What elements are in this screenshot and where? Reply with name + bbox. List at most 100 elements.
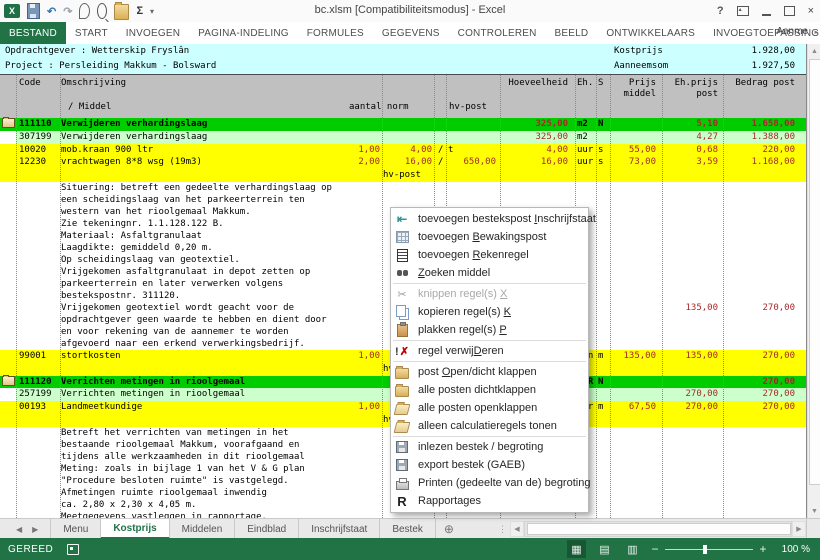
menu-item-report-r[interactable]: RRapportages	[391, 492, 588, 510]
menu-item-search-binoculars[interactable]: Zoeken middel	[391, 264, 588, 282]
sheet-tab-bestek[interactable]: Bestek	[380, 519, 436, 539]
sheet-nav-right-icon[interactable]: ▶	[32, 525, 38, 534]
zoom-slider-thumb[interactable]	[703, 545, 707, 554]
menu-item-import-floppy[interactable]: inlezen bestek / begroting	[391, 438, 588, 456]
open-folder-icon[interactable]	[114, 4, 129, 20]
ribbon-tab-bestand[interactable]: BESTAND	[0, 22, 66, 44]
menu-item-label: plakken regel(s) P	[418, 324, 507, 336]
help-icon[interactable]: ?	[717, 5, 724, 17]
menu-item-paste-clipboard[interactable]: plakken regel(s) P	[391, 321, 588, 339]
horizontal-scrollbar-thumb[interactable]	[527, 523, 791, 535]
signin-label[interactable]: Aanme	[776, 26, 808, 37]
menu-item-insert-bewakingspost[interactable]: toevoegen Bewakingspost	[391, 228, 588, 246]
menu-item-insert-rekenregel[interactable]: toevoegen Rekenregel	[391, 246, 588, 264]
aanneemsom-value: 1.927,50	[721, 59, 795, 74]
sheet-row-desc[interactable]: een scheidingslaag van het parkeerterrei…	[0, 194, 806, 206]
sheet-row-10020[interactable]: 10020mob.kraan 900 ltr1,004,00/t4,00uurs…	[0, 144, 806, 157]
menu-item-label: toevoegen Rekenregel	[418, 249, 529, 261]
excel-logo[interactable]: X	[4, 4, 20, 18]
sheet-nav-left-icon[interactable]: ◀	[16, 525, 22, 534]
horizontal-scrollbar[interactable]: ⋮ ◀ ▶	[498, 522, 806, 536]
cell-aantal: 1,00	[320, 144, 380, 157]
ribbon-tab-ontwikkelaars[interactable]: ONTWIKKELAARS	[597, 22, 704, 44]
qat-customize-icon[interactable]: ▾	[150, 4, 154, 18]
cell-s: N	[598, 118, 603, 131]
collapse-post-icon[interactable]	[2, 376, 15, 386]
horizontal-scrollbar-track[interactable]	[524, 521, 792, 537]
folder-open-icon	[394, 404, 411, 415]
vertical-scrollbar[interactable]: ▲ ▼	[807, 44, 820, 518]
macro-record-icon[interactable]	[67, 544, 79, 555]
sheet-tab-kostprijs[interactable]: Kostprijs	[101, 519, 169, 539]
ribbon-tab-gegevens[interactable]: GEGEVENS	[373, 22, 449, 44]
scroll-down-icon[interactable]: ▼	[808, 504, 820, 518]
sheet-tab-eindblad[interactable]: Eindblad	[235, 519, 299, 539]
menu-item-export-floppy[interactable]: export bestek (GAEB)	[391, 456, 588, 474]
cell-oms: Situering: betreft een gedeelte verhardi…	[61, 182, 332, 194]
page-break-view-icon[interactable]: ▥	[623, 540, 642, 558]
ribbon-tab-pagina-indeling[interactable]: PAGINA-INDELING	[189, 22, 298, 44]
cell-oms: Op scheidingslaag van geotextiel.	[61, 254, 240, 266]
sheet-row-desc[interactable]: Situering: betreft een gedeelte verhardi…	[0, 182, 806, 194]
touch-mode-icon[interactable]	[79, 3, 90, 19]
col-code: Code	[19, 78, 41, 88]
collapse-post-icon[interactable]	[2, 118, 15, 128]
sheet-row-hv[interactable]: hv-post	[0, 169, 806, 182]
undo-icon[interactable]: ↶	[47, 4, 56, 18]
zoom-in-icon[interactable]: +	[759, 542, 767, 556]
ribbon-display-icon[interactable]	[737, 6, 749, 16]
scrollbar-corner	[806, 519, 820, 539]
menu-item-folder-open[interactable]: alleen calculatieregels tonen	[391, 417, 588, 435]
zoom-out-icon[interactable]: −	[651, 542, 659, 556]
scroll-up-icon[interactable]: ▲	[808, 44, 820, 58]
cell-bedrag: 220,00	[721, 144, 795, 157]
cell-bedrag: 1.388,00	[721, 131, 795, 144]
ribbon-tab-invoegen[interactable]: INVOEGEN	[117, 22, 189, 44]
sheet-row-111110[interactable]: 111110Verwijderen verhardingslaag325,00m…	[0, 118, 806, 131]
normal-view-icon[interactable]: ▦	[567, 540, 586, 558]
cell-oms: Vrijgekomen asfaltgranulaat in depot zet…	[61, 266, 310, 278]
scroll-left-icon[interactable]: ◀	[510, 521, 524, 537]
menu-item-folder-open[interactable]: alle posten openklappen	[391, 399, 588, 417]
ribbon-tab-start[interactable]: START	[66, 22, 117, 44]
redo-icon[interactable]: ↷	[63, 4, 72, 18]
menu-item-folder-closed[interactable]: post Open/dicht klappen	[391, 363, 588, 381]
maximize-icon[interactable]	[784, 6, 795, 16]
info-row-project: Project : Persleiding Makkum - Bolsward …	[0, 59, 806, 74]
menu-item-insert-bestekspost[interactable]: ⇤toevoegen bestekspost Inschrijfstaat	[391, 210, 588, 228]
menu-item-label: inlezen bestek / begroting	[418, 441, 543, 453]
autosum-icon[interactable]: Σ	[136, 4, 143, 18]
vertical-scrollbar-thumb[interactable]	[809, 59, 820, 485]
ribbon-tab-beeld[interactable]: BEELD	[546, 22, 598, 44]
sheet-tab-middelen[interactable]: Middelen	[170, 519, 236, 539]
sheet-tab-menu[interactable]: Menu	[50, 519, 101, 539]
save-icon[interactable]	[27, 3, 40, 19]
menu-item-printer[interactable]: Printen (gedeelte van de) begroting	[391, 474, 588, 492]
zoom-slider[interactable]	[665, 549, 753, 550]
sheet-row-307199[interactable]: 307199Verwijderen verhardingslaag325,00m…	[0, 131, 806, 144]
context-menu: ⇤toevoegen bestekspost Inschrijfstaat toe…	[390, 207, 589, 513]
cell-bedrag: 1.168,00	[721, 156, 795, 169]
scroll-right-icon[interactable]: ▶	[792, 521, 806, 537]
scrollbar-splitter[interactable]: ⋮	[498, 524, 507, 535]
close-icon[interactable]: ×	[808, 5, 814, 17]
page-layout-view-icon[interactable]: ▤	[595, 540, 614, 558]
menu-item-label: toevoegen Bewakingspost	[418, 231, 546, 243]
sheet-tab-inschrijfstaat[interactable]: Inschrijfstaat	[299, 519, 380, 539]
menu-item-copy-pages[interactable]: kopieren regel(s) K	[391, 303, 588, 321]
chevron-right-icon[interactable]: ▸	[814, 28, 818, 36]
add-sheet-icon[interactable]: ⊕	[444, 519, 454, 539]
zoom-level[interactable]: 100 %	[776, 544, 810, 555]
minimize-icon[interactable]	[762, 7, 771, 16]
sheet-row-12230[interactable]: 12230vrachtwagen 8*8 wsg (19m3)2,0016,00…	[0, 156, 806, 169]
menu-item-folder-closed[interactable]: alle posten dichtklappen	[391, 381, 588, 399]
ribbon-tab-formules[interactable]: FORMULES	[298, 22, 373, 44]
cell-oms: vrachtwagen 8*8 wsg (19m3)	[61, 156, 202, 169]
search-binoculars-icon	[397, 270, 402, 276]
menu-separator	[393, 436, 586, 437]
ribbon-tab-controleren[interactable]: CONTROLEREN	[449, 22, 546, 44]
menu-item-delete-row[interactable]: ✗regel verwijDeren	[391, 342, 588, 360]
cell-ehprijs: 135,00	[662, 350, 718, 363]
print-preview-icon[interactable]	[97, 3, 107, 19]
cell-prijs: 67,50	[600, 401, 656, 414]
